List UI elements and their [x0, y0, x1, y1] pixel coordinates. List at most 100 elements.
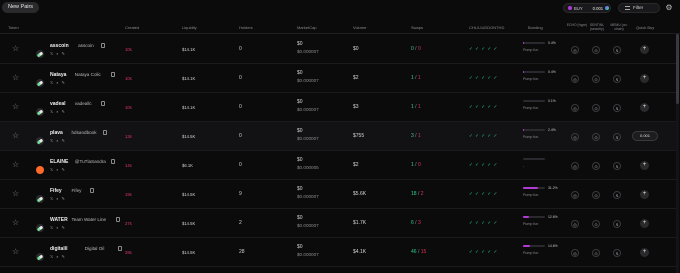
memu-lookup-icon[interactable]: ↯ [613, 191, 621, 199]
x-icon[interactable]: 𝕏 [50, 109, 53, 114]
table-row[interactable]: ☆ Nataya Nataya Colic 𝕏 ⌕ ✎ 10s $14.1K 0… [0, 64, 676, 93]
sentinel-shield-icon[interactable]: ⊙ [592, 162, 600, 170]
memu-lookup-icon[interactable]: ↯ [613, 133, 621, 141]
sentinel-shield-icon[interactable]: ⊙ [592, 75, 600, 83]
header-token[interactable]: Token [8, 25, 19, 30]
pill-link-icon[interactable]: ✎ [61, 167, 64, 172]
favorite-star-icon[interactable]: ☆ [12, 247, 19, 256]
copy-icon[interactable] [100, 101, 105, 106]
echo-scan-icon[interactable]: ◎ [571, 104, 579, 112]
search-icon[interactable]: ⌕ [56, 167, 58, 172]
search-icon[interactable]: ⌕ [56, 254, 58, 259]
filter-button[interactable]: Filter [618, 3, 660, 13]
quick-buy-button[interactable]: + [640, 248, 649, 257]
token-symbol[interactable]: WATER [50, 217, 68, 223]
favorite-star-icon[interactable]: ☆ [12, 102, 19, 111]
echo-scan-icon[interactable]: ◎ [571, 162, 579, 170]
sentinel-shield-icon[interactable]: ⊙ [592, 133, 600, 141]
token-symbol[interactable]: plava [50, 130, 63, 136]
copy-icon[interactable] [89, 188, 94, 193]
x-icon[interactable]: 𝕏 [50, 138, 53, 143]
memu-lookup-icon[interactable]: ↯ [613, 162, 621, 170]
memu-lookup-icon[interactable]: ↯ [613, 220, 621, 228]
pill-link-icon[interactable]: ✎ [61, 254, 64, 259]
x-icon[interactable]: 𝕏 [50, 196, 53, 201]
memu-lookup-icon[interactable]: ↯ [613, 249, 621, 257]
copy-icon[interactable] [101, 43, 106, 48]
copy-icon[interactable] [111, 72, 115, 77]
pill-link-icon[interactable]: ✎ [61, 138, 64, 143]
favorite-star-icon[interactable]: ☆ [12, 131, 19, 140]
pill-link-icon[interactable]: ✎ [61, 109, 64, 114]
favorite-star-icon[interactable]: ☆ [12, 73, 19, 82]
quick-buy-amount-control[interactable]: BUY 0.001 [563, 3, 611, 13]
token-symbol[interactable]: Nataya [50, 72, 66, 78]
header-swaps[interactable]: Swaps [411, 25, 423, 30]
quick-buy-button[interactable]: + [640, 74, 649, 83]
table-row[interactable]: ☆ digitalil Digital Oil 𝕏 ⌕ ✎ 28s $14.5K… [0, 238, 676, 267]
quick-buy-button[interactable]: + [640, 161, 649, 170]
echo-scan-icon[interactable]: ◎ [571, 249, 579, 257]
x-icon[interactable]: 𝕏 [50, 225, 53, 230]
sentinel-shield-icon[interactable]: ⊙ [592, 220, 600, 228]
copy-icon[interactable] [118, 246, 123, 251]
memu-lookup-icon[interactable]: ↯ [613, 75, 621, 83]
quick-buy-amount[interactable]: 0.001 [593, 6, 603, 11]
pill-link-icon[interactable]: ✎ [61, 80, 64, 85]
echo-scan-icon[interactable]: ◎ [571, 220, 579, 228]
pill-link-icon[interactable]: ✎ [61, 51, 64, 56]
table-row[interactable]: ☆ plava hdsandbook 𝕏 ⌕ ✎ 13s $14.5K 0 $0… [0, 122, 676, 151]
gear-icon[interactable]: ⚙ [664, 3, 674, 13]
memu-lookup-icon[interactable]: ↯ [613, 104, 621, 112]
scrollbar-thumb[interactable] [676, 34, 679, 104]
token-symbol[interactable]: Fifey [50, 188, 62, 194]
search-icon[interactable]: ⌕ [56, 80, 58, 85]
table-row[interactable]: ☆ WATER Team Water Line 𝕏 ⌕ ✎ 27s $14.5K… [0, 209, 676, 238]
token-symbol[interactable]: digitalil [50, 246, 68, 252]
header-holders[interactable]: Holders [239, 25, 253, 30]
search-icon[interactable]: ⌕ [56, 225, 58, 230]
table-row[interactable]: ☆ asscoin asscoin 𝕏 ⌕ ✎ 10s $14.1K 0 $0 … [0, 35, 676, 64]
search-icon[interactable]: ⌕ [56, 138, 58, 143]
sentinel-shield-icon[interactable]: ⊙ [592, 249, 600, 257]
echo-scan-icon[interactable]: ◎ [571, 133, 579, 141]
favorite-star-icon[interactable]: ☆ [12, 189, 19, 198]
token-symbol[interactable]: asscoin [50, 43, 69, 49]
new-pairs-tab[interactable]: New Pairs [2, 2, 40, 13]
quick-buy-button[interactable]: + [640, 190, 649, 199]
search-icon[interactable]: ⌕ [56, 51, 58, 56]
header-liquidity[interactable]: Liquidity [182, 25, 197, 30]
header-marketcap[interactable]: MarketCap [297, 25, 317, 30]
copy-icon[interactable] [115, 217, 120, 222]
x-icon[interactable]: 𝕏 [50, 51, 53, 56]
search-icon[interactable]: ⌕ [56, 196, 58, 201]
pill-link-icon[interactable]: ✎ [61, 225, 64, 230]
quick-buy-button[interactable]: 0.001 [632, 131, 658, 141]
header-volume[interactable]: Volume [353, 25, 366, 30]
table-row[interactable]: ☆ ELAINE @TuTlaSandra 𝕏 ⌕ ✎ 14s $6.1K 0 … [0, 151, 676, 180]
header-created[interactable]: Created [125, 25, 139, 30]
copy-icon[interactable] [111, 159, 115, 164]
favorite-star-icon[interactable]: ☆ [12, 44, 19, 53]
favorite-star-icon[interactable]: ☆ [12, 160, 19, 169]
sentinel-shield-icon[interactable]: ⊙ [592, 191, 600, 199]
pill-link-icon[interactable]: ✎ [61, 196, 64, 201]
echo-scan-icon[interactable]: ◎ [571, 75, 579, 83]
token-symbol[interactable]: vadeal [50, 101, 66, 107]
quick-buy-button[interactable]: + [640, 219, 649, 228]
x-icon[interactable]: 𝕏 [50, 167, 53, 172]
x-icon[interactable]: 𝕏 [50, 254, 53, 259]
quick-buy-button[interactable]: + [640, 103, 649, 112]
sentinel-shield-icon[interactable]: ⊙ [592, 46, 600, 54]
token-symbol[interactable]: ELAINE [50, 159, 68, 165]
memu-lookup-icon[interactable]: ↯ [613, 46, 621, 54]
copy-icon[interactable] [102, 130, 107, 135]
favorite-star-icon[interactable]: ☆ [12, 218, 19, 227]
table-row[interactable]: ☆ Fifey Fifey 𝕏 ⌕ ✎ 19s $14.5K 9 $0 $0.0… [0, 180, 676, 209]
search-icon[interactable]: ⌕ [56, 109, 58, 114]
x-icon[interactable]: 𝕏 [50, 80, 53, 85]
sentinel-shield-icon[interactable]: ⊙ [592, 104, 600, 112]
table-row[interactable]: ☆ vadeal vadeallc 𝕏 ⌕ ✎ 10s $14.1K 0 $0 … [0, 93, 676, 122]
quick-buy-button[interactable]: + [640, 45, 649, 54]
echo-scan-icon[interactable]: ◎ [571, 191, 579, 199]
